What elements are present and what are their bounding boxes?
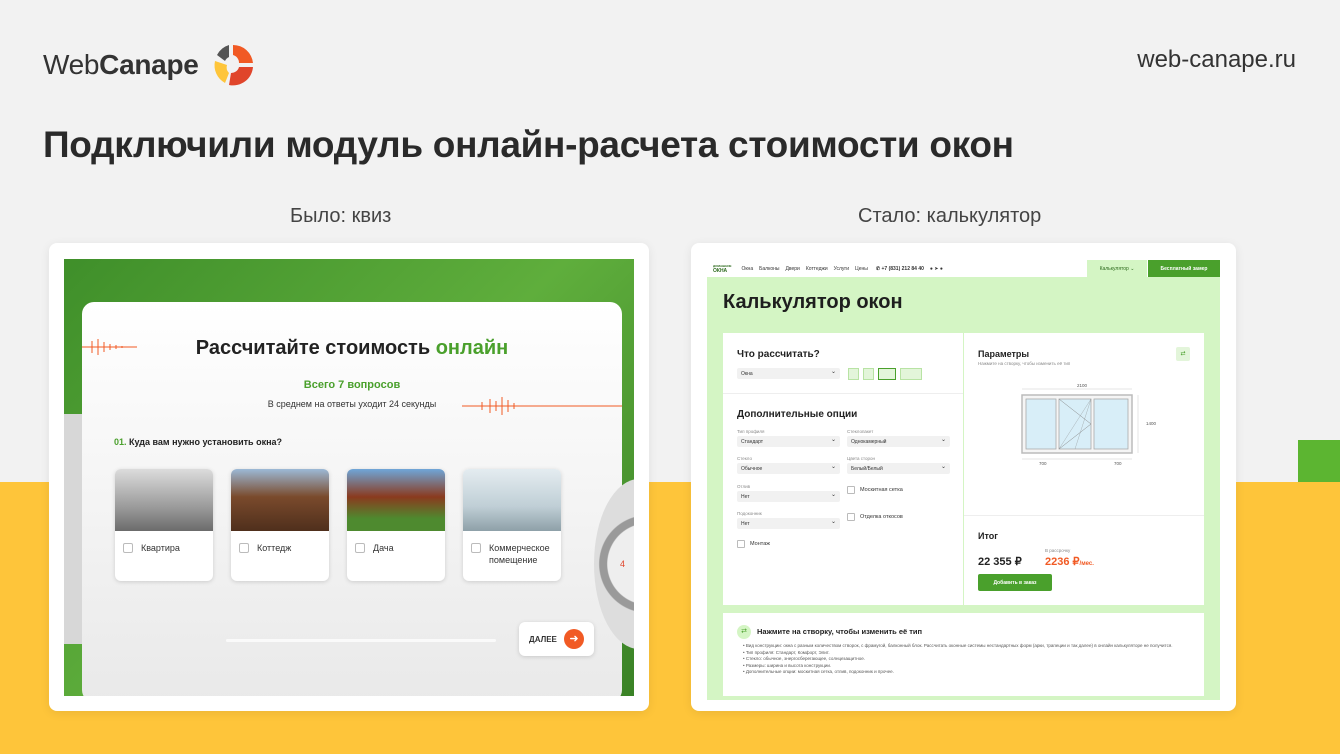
page-headline: Подключили модуль онлайн-расчета стоимос… [43,124,1014,165]
window-type-option[interactable] [878,368,896,380]
chevron-down-icon: ⌄ [1130,265,1135,272]
site-logo[interactable]: ДОМАШНИЕ ОКНА [713,264,731,274]
site-url[interactable]: web-canape.ru [1137,46,1296,74]
slopes-checkbox[interactable] [847,513,855,521]
green-accent-square [1298,440,1340,482]
hint-list: Вид конструкции: окна с разным количеств… [743,643,1193,676]
free-measure-button[interactable]: Бесплатный замер [1148,260,1220,277]
quiz-option-commercial[interactable]: Коммерческое помещение [463,469,561,581]
logo-canape-text: Canape [99,49,199,80]
calculator-site-nav: ДОМАШНИЕ ОКНА Окна Балконы Двери Коттеджи… [707,260,1220,277]
quiz-option-dacha[interactable]: Дача [347,469,445,581]
rotate-icon: ⇄ [737,625,751,639]
option-checkbox[interactable] [123,543,133,553]
calculator-screenshot-card: ДОМАШНИЕ ОКНА Окна Балконы Двери Коттеджи… [691,243,1236,711]
dim-sash-left: 700 [1039,461,1047,466]
nav-link[interactable]: Услуги [834,266,849,272]
installment-price: 2236 ₽/мес. [1045,556,1094,568]
installation-checkbox[interactable] [737,540,745,548]
webcanape-logo: WebCanape [43,40,257,90]
quiz-duration-text: В среднем на ответы уходит 24 секунды [267,399,437,409]
country-house-photo [347,469,445,531]
nav-calculator-dropdown[interactable]: Калькулятор ⌄ [1087,260,1147,277]
commercial-photo [463,469,561,531]
drip-select[interactable]: Нет [737,491,840,502]
calculator-title: Калькулятор окон [723,291,903,313]
messenger-icons[interactable]: ● ➤ ● [930,266,943,272]
mosquito-net-checkbox[interactable] [847,486,855,494]
option-checkbox[interactable] [355,543,365,553]
quiz-option-cottage[interactable]: Коттедж [231,469,329,581]
window-type-option[interactable] [848,368,859,380]
next-button[interactable]: ДАЛЕЕ ➜ [519,622,594,656]
phone-icon: ✆ [875,265,881,272]
total-price: 22 355 ₽ [978,556,1022,568]
option-checkbox[interactable] [471,543,481,553]
caption-after: Стало: калькулятор [858,205,1042,227]
arrow-right-icon: ➜ [564,629,584,649]
rotate-icon[interactable]: ⇄ [1176,347,1190,361]
list-item: Дополнительные опции: москитная сетка, о… [743,669,1193,676]
option-checkbox[interactable] [239,543,249,553]
glass-unit-select[interactable]: Однокамерный [847,436,950,447]
quiz-question: 01. Куда вам нужно установить окна? [114,437,283,447]
window-type-option[interactable] [900,368,922,380]
sill-select[interactable]: Нет [737,518,840,529]
colors-select[interactable]: Белый/Белый [847,463,950,474]
glass-select[interactable]: Обычное [737,463,840,474]
dim-width: 2100 [1077,383,1088,388]
params-title: Параметры [978,349,1030,359]
quiz-screenshot-card: Рассчитайте стоимость онлайн Всего 7 воп… [49,243,649,711]
calc-hint-panel: ⇄ Нажмите на створку, чтобы изменить её … [723,613,1204,696]
logo-mark-icon [214,44,253,86]
what-title: Что рассчитать? [737,349,820,360]
nav-link[interactable]: Цены [855,266,868,272]
apartment-photo [115,469,213,531]
window-scheme[interactable] [1014,383,1154,473]
nav-link[interactable]: Коттеджи [806,266,828,272]
list-item: Вид конструкции: окна с разным количеств… [743,643,1193,650]
calc-params-panel: Параметры Нажмите на створку, чтобы изме… [964,333,1204,605]
quiz-grass-background: Рассчитайте стоимость онлайн Всего 7 воп… [64,259,634,696]
nav-link[interactable]: Окна [741,266,753,272]
caption-before: Было: квиз [290,205,392,227]
dim-height: 1400 [1146,421,1157,426]
hint-title: Нажмите на створку, чтобы изменить её ти… [757,627,923,636]
options-title: Дополнительные опции [737,409,858,420]
cottage-photo [231,469,329,531]
profile-select[interactable]: Стандарт [737,436,840,447]
add-to-order-button[interactable]: Добавить в заказ [978,574,1052,591]
quiz-progress-bar [226,639,496,642]
nav-link[interactable]: Двери [785,266,799,272]
total-title: Итог [978,531,999,541]
nav-link[interactable]: Балконы [759,266,779,272]
calc-options-panel: Что рассчитать? Окна Дополнительные опци… [723,333,963,605]
quiz-panel: Рассчитайте стоимость онлайн Всего 7 воп… [82,302,622,696]
window-type-option[interactable] [863,368,874,380]
quiz-questions-count: Всего 7 вопросов [303,379,401,391]
calculator-area: Калькулятор окон Что рассчитать? Окна До… [707,277,1220,700]
quiz-option-apartment[interactable]: Квартира [115,469,213,581]
dim-sash-right: 700 [1114,461,1122,466]
logo-web-text: Web [43,49,100,80]
what-select[interactable]: Окна [737,368,840,379]
quiz-title: Рассчитайте стоимость онлайн [195,337,509,359]
nav-phone[interactable]: ✆ +7 (831) 212 84 40 [876,266,924,272]
